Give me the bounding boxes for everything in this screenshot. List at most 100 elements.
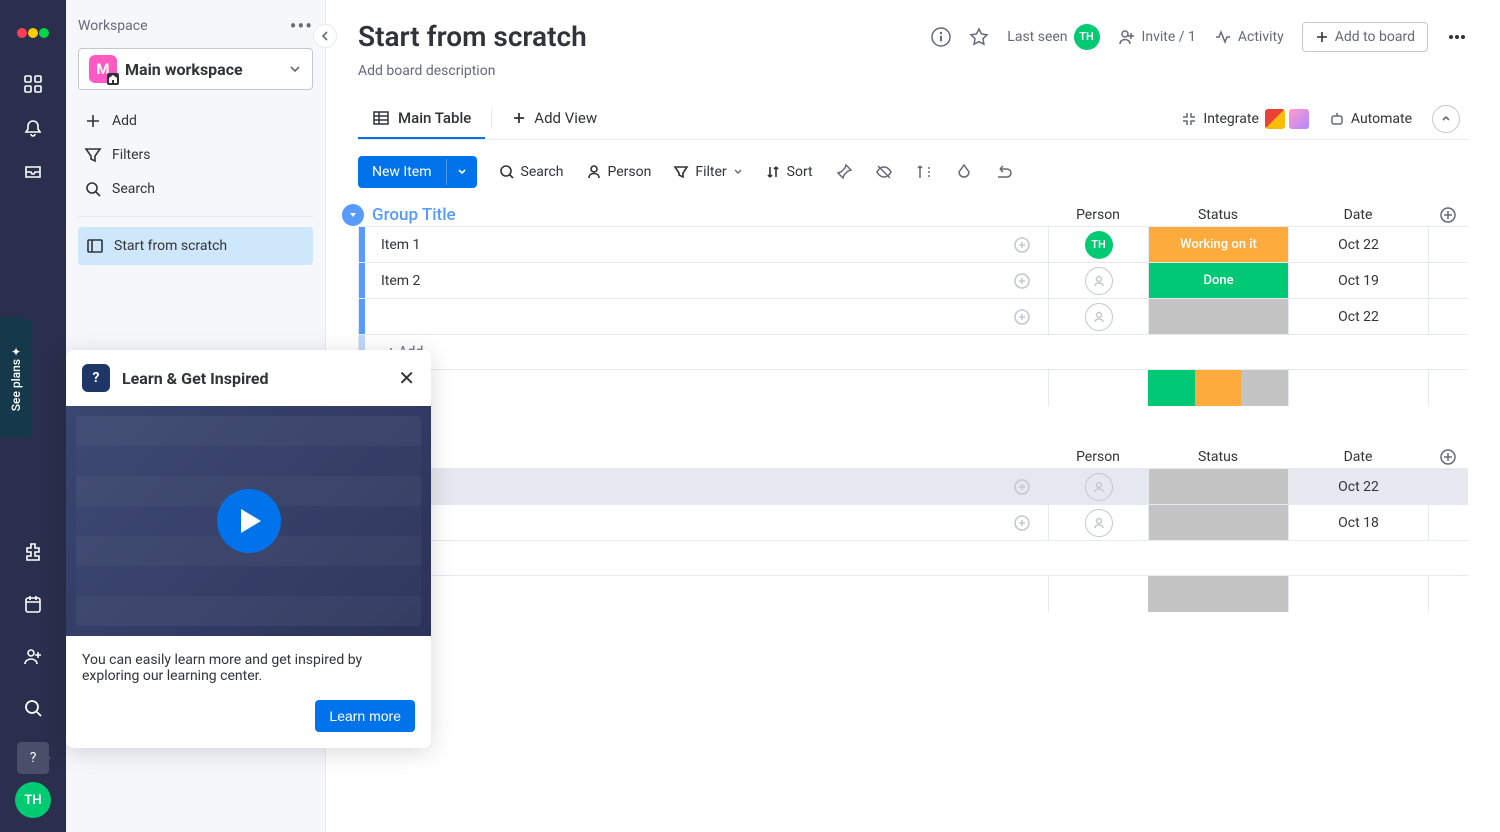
board-menu-icon[interactable] [1446, 26, 1468, 48]
my-work-icon[interactable] [15, 586, 51, 622]
favorite-icon[interactable] [969, 27, 989, 47]
column-header-status[interactable]: Status [1148, 207, 1288, 223]
workspace-selector[interactable]: M Main workspace [78, 48, 313, 90]
column-header-date[interactable]: Date [1288, 207, 1428, 223]
filter-tool[interactable]: Filter [673, 164, 742, 180]
group-title[interactable]: Group Title [372, 205, 1048, 225]
undo-icon[interactable] [995, 163, 1013, 181]
column-header-date[interactable]: Date [1288, 449, 1428, 465]
date-cell[interactable]: Oct 22 [1288, 227, 1428, 262]
search-action[interactable]: Search [78, 172, 313, 206]
search-everything-icon[interactable] [15, 690, 51, 726]
column-header-status[interactable]: Status [1148, 449, 1288, 465]
date-cell[interactable]: Oct 19 [1288, 263, 1428, 298]
add-action[interactable]: Add [78, 104, 313, 138]
person-cell[interactable] [1048, 505, 1148, 540]
group-collapse-icon[interactable] [342, 204, 364, 226]
activity-button[interactable]: Activity [1214, 28, 1284, 46]
table-row[interactable]: Oct 18 [359, 504, 1468, 540]
add-item-row[interactable]: + Add [359, 540, 1468, 576]
workspace-name: Main workspace [125, 60, 288, 79]
date-cell[interactable]: Oct 22 [1288, 469, 1428, 504]
conversation-icon[interactable] [1012, 477, 1032, 497]
app-icon [1289, 109, 1309, 129]
collapse-header-button[interactable] [1432, 105, 1460, 133]
table-row[interactable]: Item 1 TH Working on it Oct 22 [359, 226, 1468, 262]
date-cell[interactable]: Oct 22 [1288, 299, 1428, 334]
popup-title: Learn & Get Inspired [122, 369, 386, 388]
last-seen[interactable]: Last seen TH [1007, 24, 1099, 50]
sort-icon [765, 164, 781, 180]
user-avatar[interactable]: TH [15, 782, 51, 818]
conversation-icon[interactable] [1012, 513, 1032, 533]
learn-more-button[interactable]: Learn more [315, 700, 415, 732]
sort-tool[interactable]: Sort [765, 164, 813, 180]
add-column-button[interactable] [1428, 206, 1468, 224]
invite-button[interactable]: Invite / 1 [1118, 28, 1196, 46]
item-name[interactable]: Item 1 [381, 237, 420, 253]
automate-button[interactable]: Automate [1329, 111, 1412, 127]
board-title[interactable]: Start from scratch [358, 20, 931, 53]
person-cell[interactable] [1048, 263, 1148, 298]
height-icon[interactable] [915, 163, 933, 181]
person-tool[interactable]: Person [586, 164, 652, 180]
group-title[interactable]: Title [372, 447, 1048, 467]
monday-logo[interactable] [16, 12, 50, 46]
new-item-dropdown[interactable] [446, 159, 477, 185]
filter-icon [673, 164, 689, 180]
status-cell[interactable]: Working on it [1148, 227, 1288, 262]
workspaces-icon[interactable] [15, 66, 51, 102]
item-name[interactable]: Item 2 [381, 273, 420, 289]
status-cell[interactable] [1148, 299, 1288, 334]
close-icon[interactable]: ✕ [398, 366, 415, 390]
add-item-row[interactable]: + Add [359, 334, 1468, 370]
new-item-button[interactable]: New Item [358, 156, 477, 188]
popup-video-thumbnail[interactable] [66, 406, 431, 636]
table-icon [372, 109, 390, 127]
search-icon [84, 180, 102, 198]
invite-icon[interactable] [15, 638, 51, 674]
main-content: Start from scratch Last seen TH Invite /… [326, 0, 1500, 832]
person-cell[interactable] [1048, 469, 1148, 504]
apps-icon[interactable] [15, 534, 51, 570]
add-view-button[interactable]: Add View [498, 99, 611, 139]
table-row[interactable]: Edit Oct 22 [359, 468, 1468, 504]
see-plans-tab[interactable]: ✦ See plans [0, 318, 32, 438]
workspace-menu-icon[interactable]: ••• [290, 14, 313, 38]
status-cell[interactable]: Done [1148, 263, 1288, 298]
person-cell[interactable]: TH [1048, 227, 1148, 262]
chevron-down-icon [288, 62, 302, 76]
status-cell[interactable] [1148, 505, 1288, 540]
conversation-icon[interactable] [1012, 307, 1032, 327]
board-item-label: Start from scratch [114, 238, 227, 254]
hide-icon[interactable] [875, 163, 893, 181]
column-header-person[interactable]: Person [1048, 449, 1148, 465]
board-description[interactable]: Add board description [358, 63, 1468, 79]
color-icon[interactable] [955, 163, 973, 181]
conversation-icon[interactable] [1012, 271, 1032, 291]
filters-action[interactable]: Filters [78, 138, 313, 172]
person-cell[interactable] [1048, 299, 1148, 334]
tab-main-table[interactable]: Main Table [358, 99, 485, 139]
collapse-panel-button[interactable] [313, 24, 337, 48]
help-icon[interactable]: ? [17, 742, 49, 774]
info-icon[interactable] [931, 27, 951, 47]
conversation-icon[interactable] [1012, 235, 1032, 255]
notifications-icon[interactable] [15, 110, 51, 146]
integrate-icon [1181, 111, 1197, 127]
add-to-board-button[interactable]: Add to board [1302, 22, 1428, 52]
inbox-icon[interactable] [15, 154, 51, 190]
plus-icon [1315, 30, 1329, 44]
date-cell[interactable]: Oct 18 [1288, 505, 1428, 540]
search-tool[interactable]: Search [499, 164, 564, 180]
column-header-person[interactable]: Person [1048, 207, 1148, 223]
table-row[interactable]: Item 2 Done Oct 19 [359, 262, 1468, 298]
workspace-label: Workspace [78, 18, 148, 34]
play-icon[interactable] [217, 489, 281, 553]
status-cell[interactable] [1148, 469, 1288, 504]
pin-icon[interactable] [835, 163, 853, 181]
integrate-button[interactable]: Integrate [1181, 109, 1309, 129]
board-item[interactable]: Start from scratch [78, 227, 313, 265]
add-column-button[interactable] [1428, 448, 1468, 466]
table-row[interactable]: Oct 22 [359, 298, 1468, 334]
